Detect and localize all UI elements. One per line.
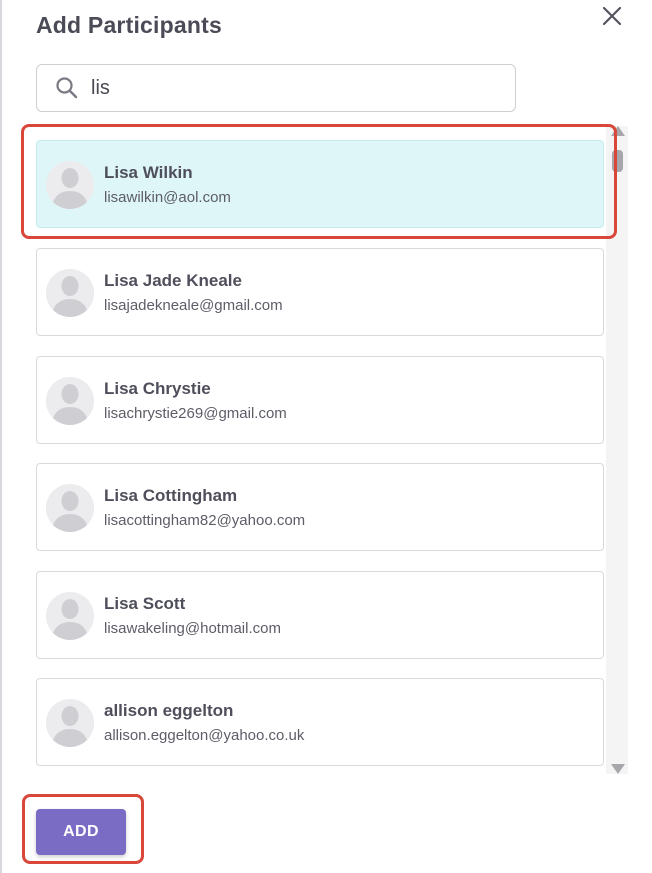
user-placeholder-icon: [46, 484, 94, 532]
close-icon: [602, 6, 622, 26]
search-input[interactable]: [91, 73, 491, 103]
avatar: [46, 161, 94, 209]
participant-name: Lisa Chrystie: [104, 379, 211, 398]
participant-card-allison-eggelton[interactable]: allison eggelton allison.eggelton@yahoo.…: [36, 678, 604, 766]
participant-email: lisawakeling@hotmail.com: [104, 620, 281, 637]
participant-card-lisa-scott[interactable]: Lisa Scott lisawakeling@hotmail.com: [36, 571, 604, 659]
avatar: [46, 592, 94, 640]
participant-card-lisa-cottingham[interactable]: Lisa Cottingham lisacottingham82@yahoo.c…: [36, 463, 604, 551]
scroll-thumb[interactable]: [612, 150, 623, 172]
participant-name: Lisa Scott: [104, 594, 186, 613]
add-button[interactable]: ADD: [36, 809, 126, 855]
search-box[interactable]: [36, 64, 516, 112]
participant-card-lisa-wilkin[interactable]: Lisa Wilkin lisawilkin@aol.com: [36, 140, 604, 228]
close-button[interactable]: [600, 4, 624, 28]
participant-name: Lisa Wilkin: [104, 163, 193, 182]
participant-email: lisawilkin@aol.com: [104, 189, 231, 206]
list-scrollbar[interactable]: [606, 126, 628, 774]
scroll-down-arrow-icon[interactable]: [611, 764, 625, 774]
user-placeholder-icon: [46, 161, 94, 209]
participant-name: allison eggelton: [104, 701, 234, 720]
avatar: [46, 377, 94, 425]
add-participants-dialog: Add Participants Lisa Wilkin lisawilkin@…: [2, 0, 652, 873]
scroll-up-arrow-icon[interactable]: [611, 126, 625, 136]
user-placeholder-icon: [46, 269, 94, 317]
dialog-title: Add Participants: [36, 12, 222, 38]
user-placeholder-icon: [46, 699, 94, 747]
avatar: [46, 699, 94, 747]
avatar: [46, 269, 94, 317]
participant-email: lisachrystie269@gmail.com: [104, 405, 287, 422]
search-icon: [56, 77, 78, 99]
participant-list[interactable]: Lisa Wilkin lisawilkin@aol.com Lisa Jade…: [36, 140, 604, 770]
participant-card-lisa-chrystie[interactable]: Lisa Chrystie lisachrystie269@gmail.com: [36, 356, 604, 444]
participant-email: lisajadekneale@gmail.com: [104, 297, 283, 314]
participant-name: Lisa Jade Kneale: [104, 271, 242, 290]
user-placeholder-icon: [46, 377, 94, 425]
participant-email: lisacottingham82@yahoo.com: [104, 512, 306, 529]
participant-card-lisa-jade-kneale[interactable]: Lisa Jade Kneale lisajadekneale@gmail.co…: [36, 248, 604, 336]
user-placeholder-icon: [46, 592, 94, 640]
avatar: [46, 484, 94, 532]
participant-name: Lisa Cottingham: [104, 486, 238, 505]
participant-email: allison.eggelton@yahoo.co.uk: [104, 727, 305, 744]
